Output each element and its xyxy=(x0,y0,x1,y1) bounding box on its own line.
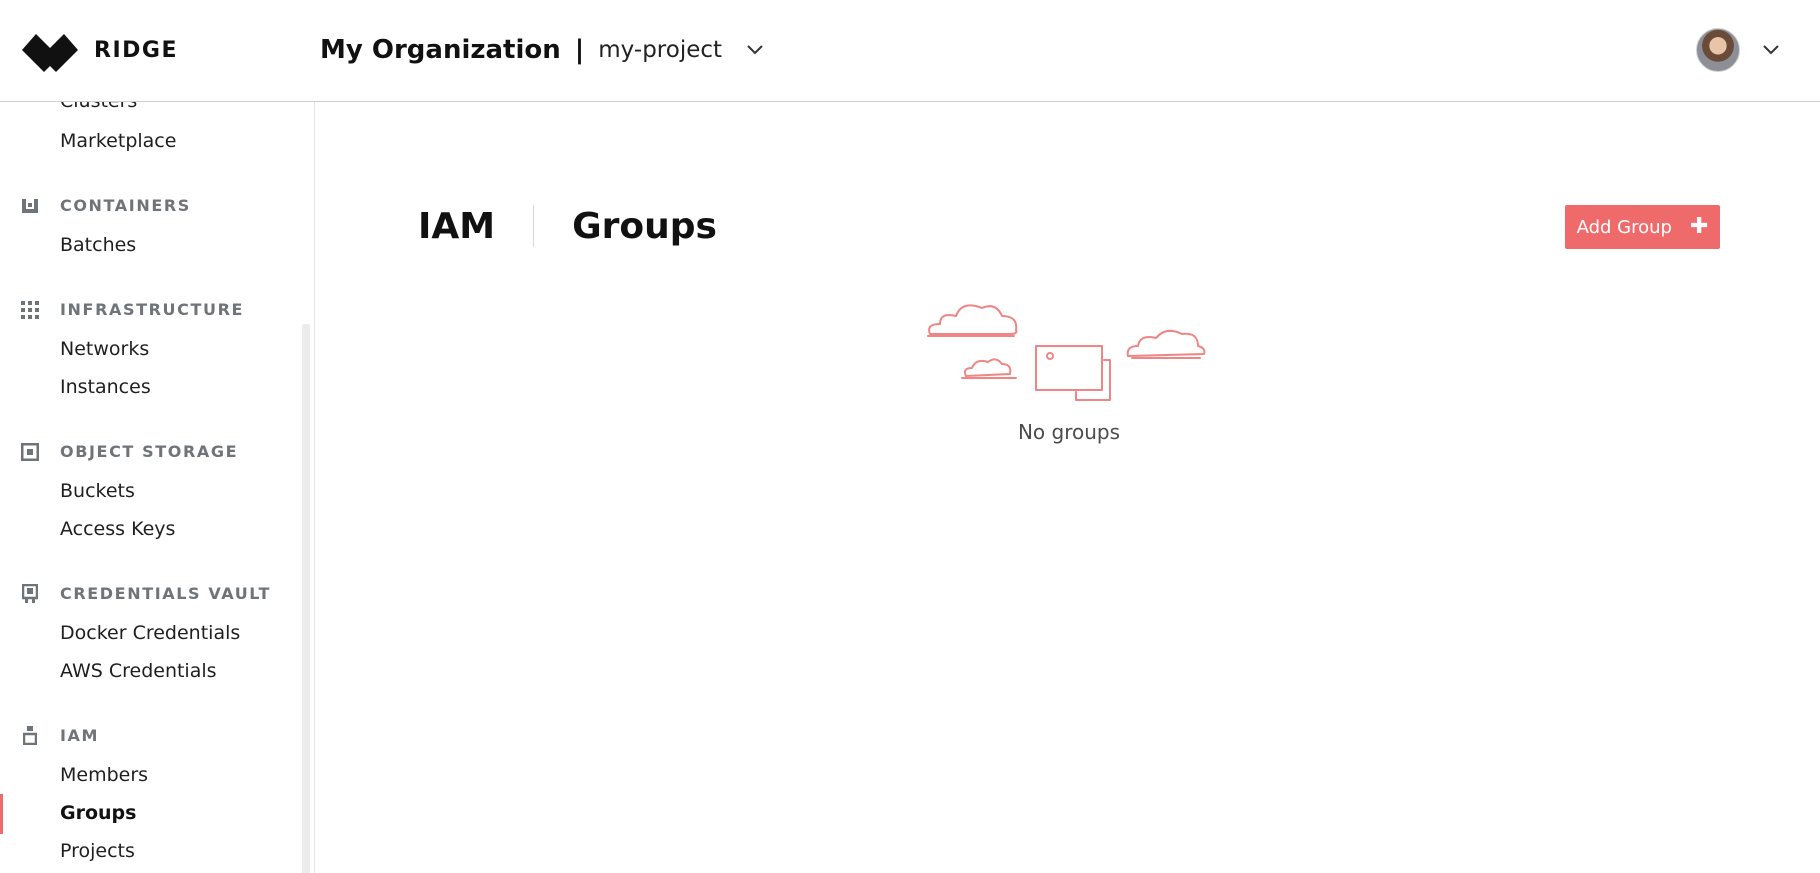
sidebar-item-clusters[interactable]: Clusters xyxy=(60,102,137,112)
section-label: INFRASTRUCTURE xyxy=(60,300,245,319)
container-icon xyxy=(20,196,39,215)
section-credentials-vault: CREDENTIALS VAULT xyxy=(20,584,271,603)
brand-name: RIDGE xyxy=(94,37,178,63)
section-containers: CONTAINERS xyxy=(20,196,191,215)
sidebar-scrollbar[interactable] xyxy=(302,324,310,873)
title-divider xyxy=(533,205,535,247)
page-title: IAM Groups xyxy=(418,204,717,248)
org-project-switcher[interactable]: My Organization | my-project xyxy=(320,30,764,70)
user-icon xyxy=(20,726,39,745)
project-name[interactable]: my-project xyxy=(598,37,722,63)
sidebar-item-networks[interactable]: Networks xyxy=(60,338,149,360)
top-header: RIDGE My Organization | my-project xyxy=(0,0,1820,102)
storage-icon xyxy=(20,442,39,461)
grid-icon xyxy=(20,300,39,319)
add-group-label: Add Group xyxy=(1576,216,1672,238)
empty-state-illustration xyxy=(926,294,1216,408)
sidebar-item-instances[interactable]: Instances xyxy=(60,376,151,398)
plus-icon: ✚ xyxy=(1689,214,1709,239)
section-label: IAM xyxy=(60,726,100,745)
section-label: CREDENTIALS VAULT xyxy=(60,584,271,603)
section-object-storage: OBJECT STORAGE xyxy=(20,442,238,461)
sidebar-item-marketplace[interactable]: Marketplace xyxy=(60,130,176,152)
sidebar-item-access-keys[interactable]: Access Keys xyxy=(60,518,175,540)
section-iam: IAM xyxy=(20,726,99,745)
sidebar-item-docker-credentials[interactable]: Docker Credentials xyxy=(60,622,240,644)
section-infrastructure: INFRASTRUCTURE xyxy=(20,300,244,319)
ridge-logo[interactable]: RIDGE xyxy=(22,28,178,72)
vault-icon xyxy=(20,584,39,603)
user-menu[interactable] xyxy=(1696,28,1780,72)
sidebar-item-aws-credentials[interactable]: AWS Credentials xyxy=(60,660,217,682)
sidebar-item-members[interactable]: Members xyxy=(60,764,148,786)
sidebar-item-batches[interactable]: Batches xyxy=(60,234,136,256)
page-heading: Groups xyxy=(572,205,717,247)
breadcrumb-section[interactable]: IAM xyxy=(418,206,495,247)
avatar[interactable] xyxy=(1696,28,1740,72)
chevron-down-icon[interactable] xyxy=(1762,44,1780,56)
section-label: CONTAINERS xyxy=(60,196,191,215)
ridge-logo-icon xyxy=(22,34,78,72)
chevron-down-icon[interactable] xyxy=(746,44,764,56)
org-separator: | xyxy=(574,35,585,65)
sidebar: Clusters Marketplace CONTAINERS Batches … xyxy=(0,102,315,873)
section-label: OBJECT STORAGE xyxy=(60,442,239,461)
main-content: IAM Groups Add Group ✚ No groups xyxy=(316,102,1820,873)
organization-name[interactable]: My Organization xyxy=(320,35,561,65)
sidebar-item-groups[interactable]: Groups xyxy=(60,802,136,824)
empty-state-text: No groups xyxy=(1017,420,1121,444)
add-group-button[interactable]: Add Group ✚ xyxy=(1565,205,1720,249)
active-indicator xyxy=(0,794,3,834)
sidebar-item-projects[interactable]: Projects xyxy=(60,840,135,862)
sidebar-item-buckets[interactable]: Buckets xyxy=(60,480,135,502)
